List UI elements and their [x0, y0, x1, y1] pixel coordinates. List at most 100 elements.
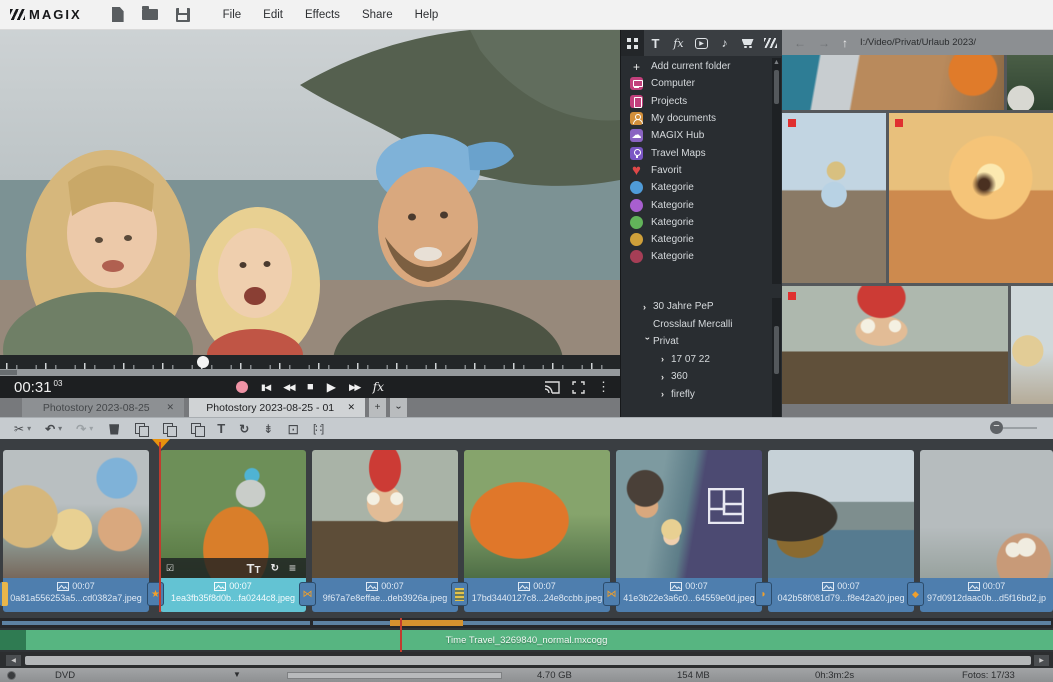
slide-thumbnail[interactable] — [312, 450, 458, 578]
timeline[interactable]: 00:07 0a81a556253a5...cd0382a7.jpeg T 00… — [0, 439, 1053, 618]
timeline-slide[interactable]: 00:07 41e3b22e3a6c0...64559e0d.jpeg — [616, 450, 762, 612]
paste-icon[interactable] — [191, 423, 203, 435]
group-objects-icon[interactable] — [313, 422, 323, 435]
slide-rotate-icon[interactable] — [271, 563, 279, 574]
tree-item-360[interactable]: 360 — [621, 368, 773, 386]
cast-icon[interactable] — [544, 381, 560, 394]
undo-icon[interactable] — [45, 423, 55, 435]
transition-shutter-icon[interactable] — [755, 582, 772, 606]
burn-target[interactable]: DVD — [55, 670, 75, 681]
media-pool-icon[interactable] — [621, 30, 644, 56]
media-thumbnail[interactable] — [782, 55, 1004, 110]
chevron-right-icon[interactable] — [643, 302, 653, 312]
close-tab-icon[interactable] — [166, 402, 174, 413]
timeline-slide[interactable]: 00:07 0a81a556253a5...cd0382a7.jpeg — [3, 450, 149, 612]
slide-menu-icon[interactable] — [289, 561, 296, 575]
folder-my-documents[interactable]: My documents — [621, 110, 773, 127]
redo-dropdown-icon[interactable] — [89, 425, 93, 433]
timeline-slide[interactable]: 00:07 9f67a7e8effae...deb3926a.jpeg — [312, 450, 458, 612]
category-blue[interactable]: Kategorie — [621, 179, 773, 196]
media-thumbnail[interactable] — [782, 113, 886, 283]
cut-icon[interactable] — [14, 423, 24, 435]
scrubber-handle[interactable] — [197, 356, 209, 368]
fast-forward-button[interactable] — [349, 383, 360, 392]
menu-edit[interactable]: Edit — [252, 9, 294, 21]
slide-title-icon[interactable]: T — [247, 561, 261, 576]
category-green[interactable]: Kategorie — [621, 214, 773, 231]
folder-travel-maps[interactable]: Travel Maps — [621, 144, 773, 161]
chevron-right-icon[interactable] — [661, 389, 671, 399]
media-thumbnail[interactable] — [1007, 55, 1053, 110]
media-thumbnail[interactable] — [889, 113, 1053, 283]
record-button[interactable] — [236, 381, 248, 393]
timeline-slide[interactable]: 00:07 17bd3440127c8...24e8ccbb.jpeg — [464, 450, 610, 612]
burn-icon[interactable] — [7, 671, 16, 680]
snapshot-icon[interactable] — [135, 423, 147, 435]
new-project-icon[interactable] — [112, 7, 124, 22]
video-preview[interactable] — [0, 30, 620, 355]
new-tab-button[interactable] — [369, 398, 386, 417]
transition-crossfade-icon[interactable] — [299, 582, 316, 606]
folder-favorit[interactable]: Favorit — [621, 162, 773, 179]
chevron-right-icon[interactable] — [661, 354, 671, 364]
media-thumbnail[interactable] — [1011, 286, 1053, 404]
transition-diamond-icon[interactable] — [907, 582, 924, 606]
overview-playhead[interactable] — [400, 618, 402, 652]
category-purple[interactable]: Kategorie — [621, 196, 773, 213]
folder-list-scrollbar[interactable]: ▲ — [772, 58, 781, 284]
timeline-slide-selected[interactable]: T 00:07 1ea3fb35f8d0b...fa0244c8.jpeg — [160, 450, 306, 612]
menu-file[interactable]: File — [212, 9, 253, 21]
save-project-icon[interactable] — [176, 8, 190, 22]
folder-projects[interactable]: Projects — [621, 93, 773, 110]
stop-button[interactable] — [307, 382, 314, 393]
chevron-right-icon[interactable] — [661, 372, 671, 382]
duplicate-icon[interactable] — [163, 423, 175, 435]
back-icon[interactable]: ← — [794, 36, 806, 50]
title-editor-icon[interactable] — [217, 422, 225, 435]
burn-target-dropdown-icon[interactable]: ▼ — [233, 670, 241, 679]
timeline-overview-strip[interactable] — [0, 618, 1053, 628]
tree-item-crosslauf-mercalli[interactable]: Crosslauf Mercalli — [621, 316, 773, 334]
slide-thumbnail[interactable] — [616, 450, 762, 578]
zoom-out-button[interactable]: − — [990, 421, 1003, 434]
slide-checkbox[interactable] — [166, 563, 174, 574]
menu-share[interactable]: Share — [351, 9, 404, 21]
media-thumbnail[interactable] — [782, 286, 1008, 404]
delete-icon[interactable] — [109, 423, 119, 435]
audio-track[interactable]: Time Travel_3269840_normal.mxcogg — [0, 628, 1053, 652]
undo-dropdown-icon[interactable] — [58, 425, 62, 433]
zoom-slider[interactable] — [1003, 427, 1037, 429]
slide-start-handle[interactable] — [0, 582, 8, 606]
redo-icon[interactable] — [76, 423, 86, 435]
transition-star-icon[interactable] — [147, 582, 164, 606]
chevron-down-icon[interactable] — [643, 337, 653, 347]
close-tab-icon[interactable] — [347, 402, 355, 413]
slide-thumbnail[interactable] — [920, 450, 1053, 578]
category-yellow[interactable]: Kategorie — [621, 231, 773, 248]
audio-icon[interactable] — [713, 30, 736, 56]
tab-list-button[interactable] — [390, 398, 407, 417]
slide-thumbnail[interactable] — [768, 450, 914, 578]
folder-magix-hub[interactable]: MAGIX Hub — [621, 127, 773, 144]
timeline-playhead[interactable] — [159, 442, 161, 612]
timeline-slide[interactable]: 00:07 97d0912daac0b...d5f16bd2.jp — [920, 450, 1053, 612]
up-icon[interactable]: ↑ — [842, 36, 848, 50]
preview-scrollbar[interactable] — [0, 369, 620, 376]
magix-tools-icon[interactable] — [759, 30, 782, 56]
scroll-up-icon[interactable]: ▲ — [772, 58, 781, 68]
transition-crossfade-icon[interactable] — [603, 582, 620, 606]
range-marker-icon[interactable] — [152, 439, 170, 449]
open-project-icon[interactable] — [142, 9, 158, 20]
jump-to-start-button[interactable] — [261, 383, 270, 392]
rotate-icon[interactable] — [239, 423, 249, 435]
folder-computer[interactable]: Computer — [621, 75, 773, 92]
timeline-scrollbar[interactable] — [0, 652, 1053, 668]
insert-icon[interactable] — [263, 423, 273, 435]
titles-icon[interactable] — [644, 30, 667, 56]
play-button[interactable] — [327, 381, 336, 393]
frame-export-icon[interactable] — [287, 422, 299, 436]
store-icon[interactable] — [736, 30, 759, 56]
preview-scrubber[interactable] — [0, 355, 620, 369]
effects-icon[interactable] — [667, 30, 690, 56]
transition-blinds-icon[interactable] — [451, 582, 468, 606]
